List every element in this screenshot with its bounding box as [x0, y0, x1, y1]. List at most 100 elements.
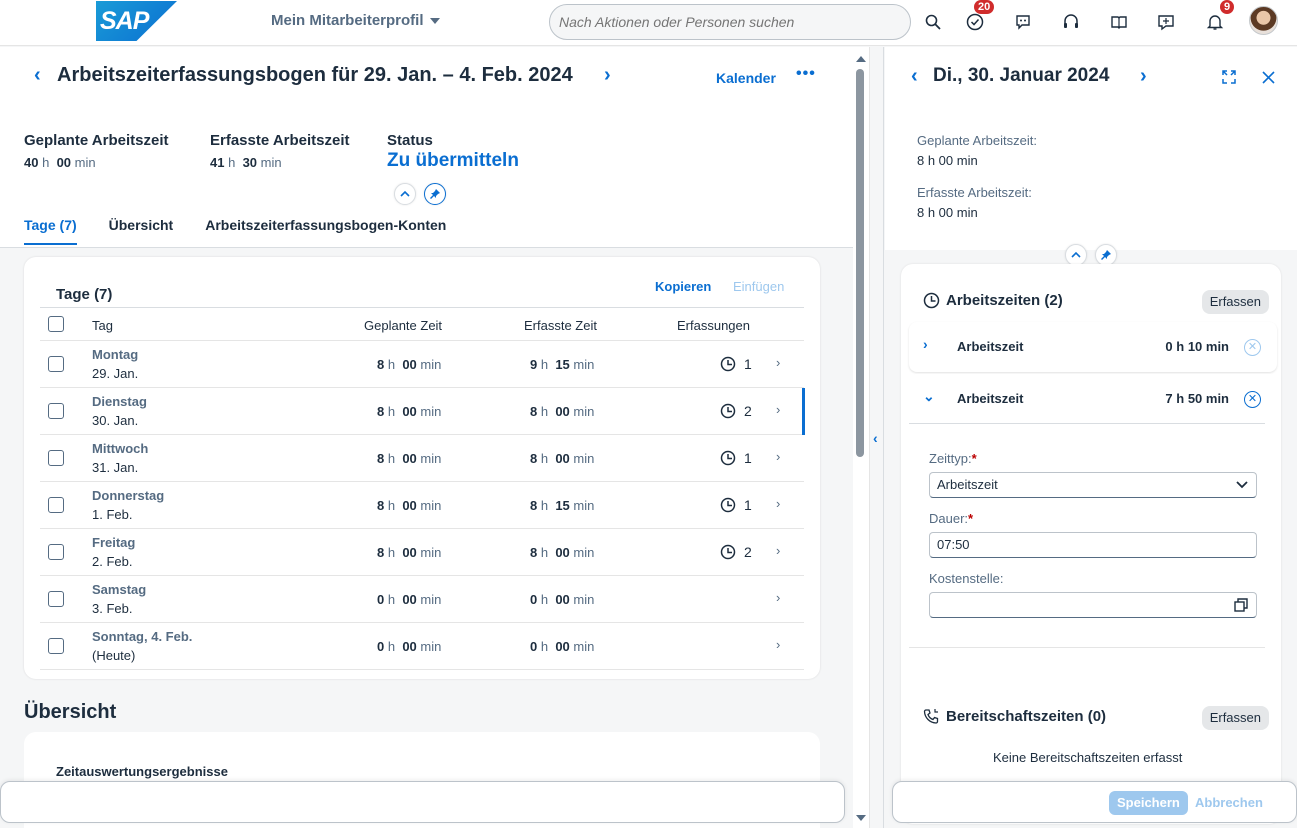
chevron-left-icon[interactable]: ‹: [873, 430, 878, 446]
tab-overview[interactable]: Übersicht: [109, 217, 174, 245]
cancel-button[interactable]: Abbrechen: [1195, 791, 1263, 815]
time-type-label: Zeittyp:*: [929, 451, 977, 466]
sap-logo[interactable]: SAP ®: [96, 1, 177, 41]
scroll-down-icon[interactable]: [856, 815, 866, 821]
row-entries: 2: [720, 544, 752, 560]
user-avatar[interactable]: [1249, 6, 1278, 35]
record-work-time-button[interactable]: Erfassen: [1201, 290, 1269, 314]
table-row[interactable]: Samstag 3. Feb. 0 h 00 min 0 h 00 min ›: [40, 576, 804, 623]
value-help-icon[interactable]: [1234, 598, 1248, 612]
shell-bar: SAP® Mein Mitarbeiterprofil 20 9: [0, 0, 1297, 46]
calendar-button[interactable]: Kalender: [716, 70, 776, 86]
chevron-right-icon[interactable]: ›: [923, 336, 928, 352]
row-checkbox[interactable]: [48, 544, 64, 560]
row-day: Montag: [92, 347, 139, 362]
planned-time-label: Geplante Arbeitszeit: [24, 132, 169, 149]
next-day-icon[interactable]: ›: [1140, 65, 1147, 88]
more-icon[interactable]: •••: [796, 65, 816, 83]
fullscreen-icon[interactable]: [1221, 69, 1237, 85]
table-row[interactable]: Montag 29. Jan. 8 h 00 min 9 h 15 min 1 ›: [40, 341, 804, 388]
panel-splitter[interactable]: ‹: [869, 47, 884, 828]
cost-center-input[interactable]: [929, 592, 1257, 618]
chevron-right-icon[interactable]: ›: [776, 590, 780, 605]
row-checkbox[interactable]: [48, 356, 64, 372]
work-time-entry-1[interactable]: › Arbeitszeit 0 h 10 min ✕: [909, 322, 1277, 372]
row-date: 31. Jan.: [92, 460, 139, 475]
row-checkbox[interactable]: [48, 450, 64, 466]
app-title: Mein Mitarbeiterprofil: [271, 12, 424, 29]
row-recorded-time: 9 h 15 min: [530, 357, 595, 372]
search-icon[interactable]: [920, 9, 946, 35]
row-planned-time: 8 h 00 min: [377, 451, 442, 466]
scrollbar[interactable]: [853, 47, 869, 828]
detail-planned-value: 8 h 00 min: [917, 153, 978, 168]
delete-entry-icon[interactable]: ✕: [1244, 339, 1261, 356]
row-checkbox[interactable]: [48, 497, 64, 513]
chat-bot-icon[interactable]: [1010, 9, 1036, 35]
row-day: Sonntag, 4. Feb.: [92, 629, 193, 644]
clock-icon: [720, 450, 736, 466]
next-week-icon[interactable]: ›: [604, 64, 611, 87]
selected-row-indicator: [802, 388, 805, 435]
row-checkbox[interactable]: [48, 591, 64, 607]
save-button[interactable]: Speichern: [1109, 791, 1188, 815]
clock-icon: [720, 544, 736, 560]
delete-entry-icon[interactable]: ✕: [1244, 391, 1261, 408]
duration-label: Dauer:*: [929, 511, 974, 526]
row-checkbox[interactable]: [48, 403, 64, 419]
app-title-menu[interactable]: Mein Mitarbeiterprofil: [271, 12, 440, 29]
duration-input[interactable]: 07:50: [929, 532, 1257, 558]
pin-icon: [430, 189, 440, 199]
learning-icon[interactable]: [1106, 9, 1132, 35]
scrollbar-thumb[interactable]: [856, 69, 864, 457]
row-date: 3. Feb.: [92, 601, 133, 616]
table-row[interactable]: Donnerstag 1. Feb. 8 h 00 min 8 h 15 min 1 ›: [40, 482, 804, 529]
row-recorded-time: 8 h 15 min: [530, 498, 595, 513]
table-row[interactable]: Mittwoch 31. Jan. 8 h 00 min 8 h 00 min 1 ›: [40, 435, 804, 482]
tab-accounts[interactable]: Arbeitszeiterfassungsbogen-Konten: [205, 217, 446, 245]
row-day: Freitag: [92, 535, 136, 550]
collapse-detail-header-button[interactable]: [1065, 244, 1087, 266]
entry-duration: 7 h 50 min: [1165, 391, 1229, 406]
scroll-up-icon[interactable]: [856, 56, 866, 62]
table-row[interactable]: Sonntag, 4. Feb. (Heute) 0 h 00 min 0 h 00 …: [40, 623, 804, 670]
headset-icon[interactable]: [1058, 9, 1084, 35]
header-recorded: Erfasste Zeit: [524, 318, 597, 333]
row-day: Donnerstag: [92, 488, 165, 503]
status-value[interactable]: Zu übermitteln: [387, 150, 519, 172]
chevron-right-icon[interactable]: ›: [776, 543, 780, 558]
right-footer-bar: Speichern Abbrechen: [892, 781, 1297, 823]
row-planned-time: 8 h 00 min: [377, 404, 442, 419]
table-header: Tag Geplante Zeit Erfasste Zeit Erfassun…: [40, 307, 804, 341]
pin-detail-header-button[interactable]: [1095, 244, 1117, 266]
select-all-checkbox[interactable]: [48, 316, 64, 332]
row-checkbox[interactable]: [48, 638, 64, 654]
table-row[interactable]: Dienstag 30. Jan. 8 h 00 min 8 h 00 min 2 ›: [40, 388, 805, 435]
detail-header: ‹ Di., 30. Januar 2024 › Geplante Arbeit…: [885, 47, 1297, 266]
previous-day-icon[interactable]: ‹: [911, 65, 918, 88]
paste-button[interactable]: Einfügen: [733, 279, 784, 294]
chevron-right-icon[interactable]: ›: [776, 449, 780, 464]
feedback-icon[interactable]: [1153, 9, 1179, 35]
work-times-title: Arbeitszeiten (2): [923, 292, 1063, 309]
search-input[interactable]: [549, 4, 911, 40]
close-icon[interactable]: [1262, 71, 1275, 84]
time-type-select[interactable]: Arbeitszeit: [929, 472, 1257, 498]
record-standby-button[interactable]: Erfassen: [1201, 706, 1269, 730]
chevron-right-icon[interactable]: ›: [776, 402, 780, 417]
chevron-right-icon[interactable]: ›: [776, 355, 780, 370]
work-time-entry-2[interactable]: ⌄ Arbeitszeit 7 h 50 min ✕: [909, 374, 1277, 424]
tab-days[interactable]: Tage (7): [24, 217, 77, 245]
pin-header-button[interactable]: [424, 183, 446, 205]
header-planned: Geplante Zeit: [364, 318, 443, 333]
collapse-header-button[interactable]: [394, 183, 416, 205]
table-row[interactable]: Freitag 2. Feb. 8 h 00 min 8 h 00 min 2 ›: [40, 529, 804, 576]
chevron-right-icon[interactable]: ›: [776, 496, 780, 511]
copy-button[interactable]: Kopieren: [655, 279, 711, 294]
recorded-time-value: 41 h 30 min: [210, 155, 282, 170]
chevron-down-icon[interactable]: ⌄: [923, 388, 935, 405]
chevron-up-icon: [400, 190, 410, 197]
row-planned-time: 0 h 00 min: [377, 592, 442, 607]
chevron-right-icon[interactable]: ›: [776, 637, 780, 652]
previous-week-icon[interactable]: ‹: [34, 64, 41, 87]
